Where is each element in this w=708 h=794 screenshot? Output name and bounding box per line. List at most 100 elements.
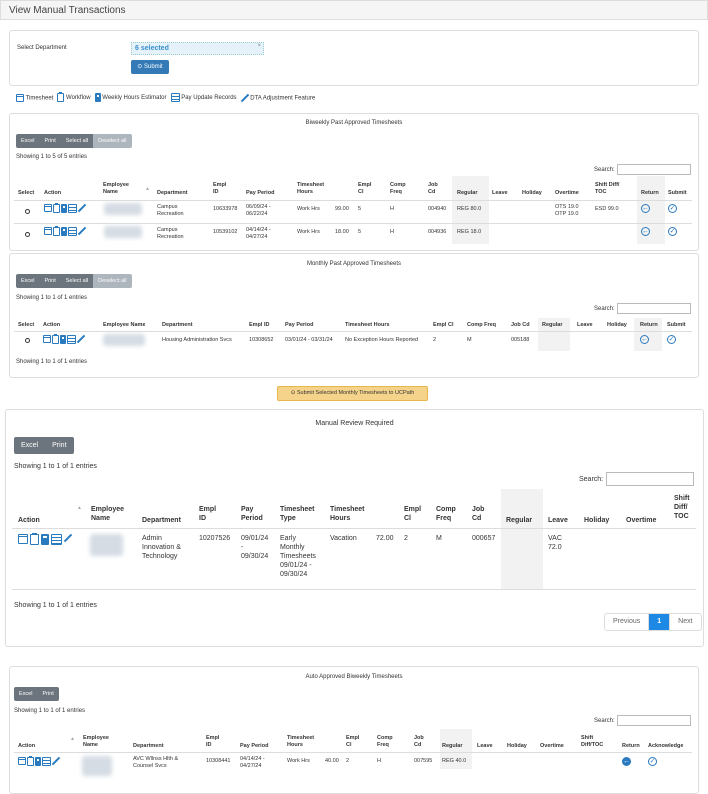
col-job-cd[interactable]: Job Cd (472, 505, 488, 523)
col-timesheet-type[interactable]: Timesheet Type (280, 505, 320, 523)
deselect-all-button[interactable]: Deselect all (93, 134, 132, 148)
edit-icon[interactable] (52, 757, 60, 765)
col-empl-id[interactable]: Empl ID (249, 322, 269, 329)
col-shift-diff[interactable]: Shift Diff/ TOC (595, 182, 631, 196)
col-overtime[interactable]: Overtime (540, 743, 564, 750)
weekly-hours-link[interactable]: Weekly Hours Estimator (94, 93, 167, 102)
col-return[interactable]: Return (640, 322, 658, 329)
calendar-icon[interactable] (18, 757, 26, 765)
return-arrow-icon[interactable]: ← (641, 227, 650, 236)
timesheet-link[interactable]: Timesheet (16, 93, 53, 102)
col-pay-period[interactable]: Pay Period (285, 322, 313, 329)
print-button[interactable]: Print (39, 274, 61, 288)
edit-icon[interactable] (64, 534, 74, 544)
col-employee-name[interactable]: Employee Name (103, 182, 143, 196)
edit-icon[interactable] (78, 204, 86, 212)
col-pay-period[interactable]: Pay Period (241, 505, 269, 523)
calculator-icon[interactable] (35, 757, 41, 766)
col-pay-period[interactable]: Pay Period (240, 743, 268, 750)
return-arrow-icon[interactable]: ← (641, 204, 650, 213)
row-select-radio[interactable] (25, 338, 30, 343)
clear-icon[interactable]: × (257, 43, 261, 49)
col-select[interactable]: Select (18, 190, 34, 197)
excel-button[interactable]: Excel (16, 134, 40, 148)
workflow-link[interactable]: Workflow (57, 92, 91, 102)
col-leave[interactable]: Leave (548, 517, 568, 524)
print-button[interactable]: Print (45, 437, 74, 454)
search-input[interactable] (606, 472, 694, 486)
col-overtime[interactable]: Overtime (555, 190, 579, 197)
col-shift-diff[interactable]: Shift Diff/ TOC (674, 494, 696, 521)
col-timesheet-hours[interactable]: Timesheet Hours (287, 735, 323, 749)
calculator-icon[interactable] (60, 335, 66, 344)
col-holiday[interactable]: Holiday (522, 190, 542, 197)
search-input[interactable] (617, 164, 691, 175)
col-empl-cl[interactable]: Empl Cl (358, 182, 374, 196)
calendar-icon[interactable] (44, 227, 52, 235)
col-department[interactable]: Department (157, 190, 188, 197)
col-timesheet-hours[interactable]: Timesheet Hours (345, 322, 390, 329)
print-button[interactable]: Print (37, 687, 59, 701)
col-empl-id[interactable]: Empl ID (206, 735, 224, 749)
calendar-icon[interactable] (44, 204, 52, 212)
col-regular[interactable]: Regular (442, 743, 462, 750)
calculator-icon[interactable] (41, 534, 49, 545)
col-pay-period[interactable]: Pay Period (246, 190, 274, 197)
col-action[interactable]: Action (43, 322, 60, 329)
col-job-cd[interactable]: Job Cd (428, 182, 442, 196)
col-return[interactable]: Return (641, 190, 659, 197)
col-timesheet-hours[interactable]: Timesheet Hours (330, 505, 370, 523)
col-department[interactable]: Department (142, 517, 181, 524)
col-select[interactable]: Select (18, 322, 34, 329)
deselect-all-button[interactable]: Deselect all (93, 274, 132, 288)
search-input[interactable] (617, 303, 691, 314)
col-action[interactable]: Action (44, 190, 61, 197)
dta-adjustment-link[interactable]: DTA Adjustment Feature (240, 93, 315, 102)
acknowledge-check-icon[interactable]: ✓ (648, 757, 657, 766)
col-return[interactable]: Return (622, 743, 640, 750)
col-holiday[interactable]: Holiday (507, 743, 527, 750)
clipboard-icon[interactable] (53, 226, 60, 236)
table-icon[interactable] (42, 757, 51, 766)
col-leave[interactable]: Leave (577, 322, 593, 329)
col-action[interactable]: Action (18, 517, 40, 524)
edit-icon[interactable] (78, 227, 86, 235)
select-all-button[interactable]: Select all (60, 134, 94, 148)
col-comp-freq[interactable]: Comp Freq (377, 735, 397, 749)
next-page-button[interactable]: Next (670, 614, 700, 630)
col-acknowledge[interactable]: Acknowledge (648, 743, 683, 750)
return-arrow-icon[interactable]: ← (640, 335, 649, 344)
previous-page-button[interactable]: Previous (605, 614, 650, 630)
return-arrow-icon[interactable]: ← (622, 757, 631, 766)
col-empl-id[interactable]: Empl ID (213, 182, 231, 196)
col-department[interactable]: Department (162, 322, 193, 329)
excel-button[interactable]: Excel (14, 437, 46, 454)
col-regular[interactable]: Regular (542, 322, 562, 329)
col-comp-freq[interactable]: Comp Freq (390, 182, 410, 196)
col-empl-cl[interactable]: Empl Cl (346, 735, 362, 749)
print-button[interactable]: Print (39, 134, 61, 148)
col-department[interactable]: Department (133, 743, 164, 750)
clipboard-icon[interactable] (30, 533, 39, 545)
col-comp-freq[interactable]: Comp Freq (467, 322, 496, 329)
calculator-icon[interactable] (61, 227, 67, 236)
col-job-cd[interactable]: Job Cd (511, 322, 530, 329)
clipboard-icon[interactable] (53, 203, 60, 213)
calculator-icon[interactable] (61, 204, 67, 213)
calendar-icon[interactable] (43, 335, 51, 343)
col-empl-id[interactable]: Empl ID (199, 505, 217, 523)
edit-icon[interactable] (77, 335, 85, 343)
submit-check-icon[interactable]: ✓ (668, 227, 677, 236)
clipboard-icon[interactable] (27, 756, 34, 766)
col-leave[interactable]: Leave (492, 190, 508, 197)
table-icon[interactable] (67, 335, 76, 344)
search-input[interactable] (617, 715, 691, 726)
row-select-radio[interactable] (25, 209, 30, 214)
submit-department-button[interactable]: ⊙ Submit (131, 60, 169, 74)
pay-update-link[interactable]: Pay Update Records (170, 93, 237, 102)
department-multiselect[interactable]: 6 selected × (131, 42, 264, 55)
col-submit[interactable]: Submit (668, 190, 687, 197)
col-empl-cl[interactable]: Empl Cl (404, 505, 421, 523)
submit-monthly-button[interactable]: ⊙ Submit Selected Monthly Timesheets to … (277, 386, 428, 401)
col-leave[interactable]: Leave (477, 743, 493, 750)
